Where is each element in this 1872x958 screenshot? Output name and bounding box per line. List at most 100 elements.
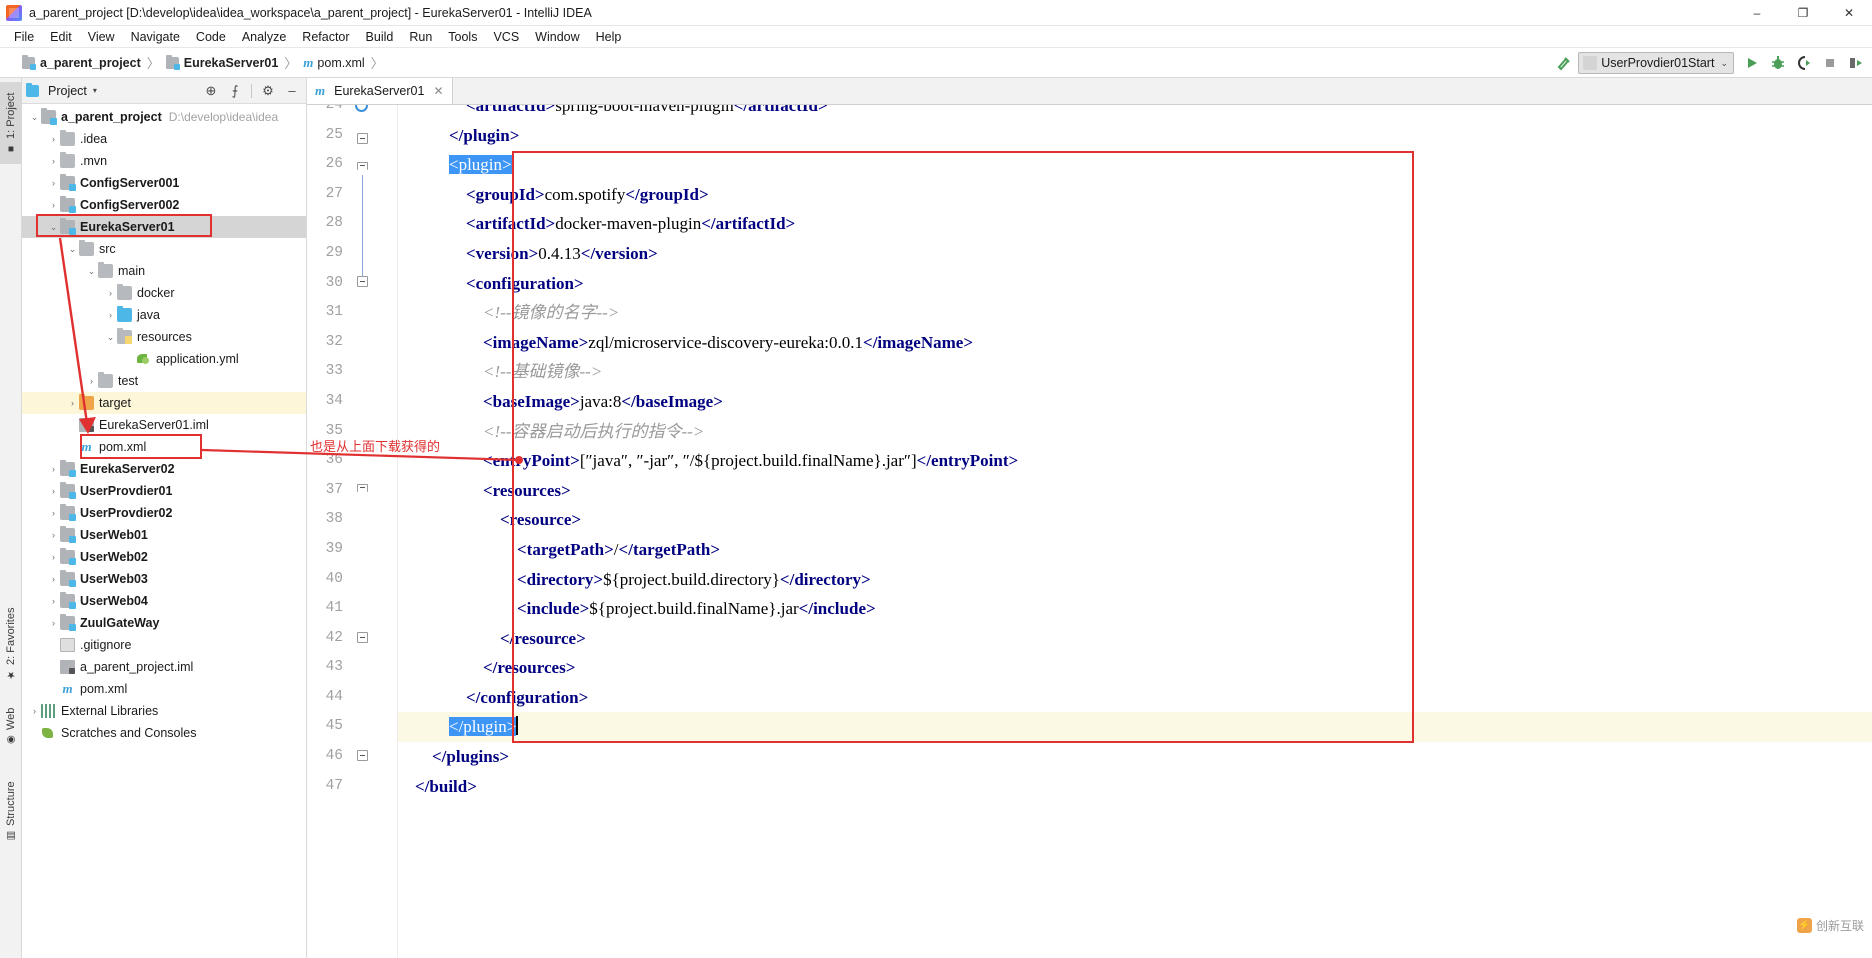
tree-row[interactable]: › target [22,392,306,414]
chevron-right-icon[interactable]: › [66,398,79,408]
code-line[interactable]: <include>${project.build.finalName}.jar<… [398,594,1872,624]
chevron-down-icon[interactable]: ⌄ [66,244,79,255]
fold-marker[interactable] [357,133,368,144]
close-button[interactable]: ✕ [1826,0,1872,26]
breadcrumb-item-1[interactable]: EurekaServer01 [165,54,278,70]
menu-item-analyze[interactable]: Analyze [234,28,294,46]
tree-row[interactable]: › UserWeb02 [22,546,306,568]
tree-row[interactable]: › UserProvdier01 [22,480,306,502]
tree-row[interactable]: m pom.xml [22,436,306,458]
chevron-right-icon[interactable]: › [47,552,60,562]
tree-row[interactable]: application.yml [22,348,306,370]
code-line[interactable]: <!--镜像的名字--> [398,298,1872,328]
maximize-button[interactable]: ❐ [1780,0,1826,26]
tree-row[interactable]: › ZuulGateWay [22,612,306,634]
tree-row[interactable]: › test [22,370,306,392]
tree-row[interactable]: › UserWeb03 [22,568,306,590]
fold-marker[interactable] [357,632,368,643]
menu-item-view[interactable]: View [80,28,123,46]
code-line[interactable]: <resource> [398,505,1872,535]
fold-marker[interactable] [357,276,368,287]
code-line[interactable]: <baseImage>java:8</baseImage> [398,387,1872,417]
chevron-right-icon[interactable]: › [47,508,60,518]
menu-item-vcs[interactable]: VCS [485,28,527,46]
chevron-right-icon[interactable]: › [47,200,60,210]
chevron-down-icon[interactable]: ⌄ [104,332,117,343]
code-line[interactable]: </plugins> [398,742,1872,772]
tree-row[interactable]: › .idea [22,128,306,150]
menu-item-run[interactable]: Run [401,28,440,46]
fold-marker[interactable] [357,162,369,176]
code-line[interactable]: </plugin> [398,712,1872,743]
menu-item-window[interactable]: Window [527,28,587,46]
tree-row[interactable]: › ConfigServer001 [22,172,306,194]
code-line[interactable]: <targetPath>/</targetPath> [398,535,1872,565]
chevron-right-icon[interactable]: › [28,706,41,716]
chevron-right-icon[interactable]: › [104,288,117,298]
chevron-right-icon[interactable]: › [47,530,60,540]
chevron-right-icon[interactable]: › [47,618,60,628]
tree-row[interactable]: › EurekaServer02 [22,458,306,480]
chevron-right-icon[interactable]: › [47,464,60,474]
sidebar-item-project[interactable]: ■ 1: Project [0,82,22,164]
sidebar-item-favorites[interactable]: ★ 2: Favorites [0,598,22,690]
code-line[interactable]: <configuration> [398,269,1872,299]
tree-row[interactable]: › ConfigServer002 [22,194,306,216]
fold-marker[interactable] [357,750,368,761]
run-with-coverage-button[interactable] [1792,51,1816,75]
tree-row[interactable]: Scratches and Consoles [22,722,306,744]
locate-icon[interactable]: ⊕ [201,81,221,101]
chevron-right-icon[interactable]: › [47,596,60,606]
tree-row[interactable]: .gitignore [22,634,306,656]
chevron-down-icon[interactable]: ⌄ [85,266,98,277]
tree-row[interactable]: › java [22,304,306,326]
chevron-right-icon[interactable]: › [85,376,98,386]
code-line[interactable]: <groupId>com.spotify</groupId> [398,180,1872,210]
tree-row[interactable]: › UserProvdier02 [22,502,306,524]
breadcrumb-item-0[interactable]: a_parent_project [22,54,141,70]
menu-item-build[interactable]: Build [358,28,402,46]
tree-row[interactable]: › .mvn [22,150,306,172]
code-line[interactable]: <artifactId>spring-boot-maven-plugin</ar… [398,105,1872,121]
code-line[interactable]: </plugin> [398,121,1872,151]
code-line[interactable]: </configuration> [398,683,1872,713]
code-line[interactable]: <entryPoint>[″java″, ″-jar″, ″/${project… [398,446,1872,476]
menu-item-refactor[interactable]: Refactor [294,28,357,46]
chevron-right-icon[interactable]: › [47,486,60,496]
hide-icon[interactable]: – [282,81,302,101]
chevron-right-icon[interactable]: › [47,134,60,144]
tree-row[interactable]: ⌄ main [22,260,306,282]
tree-row[interactable]: › External Libraries [22,700,306,722]
debug-button[interactable] [1766,51,1790,75]
tree-row[interactable]: m pom.xml [22,678,306,700]
menu-item-help[interactable]: Help [588,28,630,46]
code-line[interactable]: <resources> [398,476,1872,506]
code-line[interactable]: <!--基础镜像--> [398,357,1872,387]
chevron-down-icon[interactable]: ⌄ [28,112,41,123]
code-line[interactable]: </resource> [398,624,1872,654]
close-icon[interactable]: ✕ [433,84,443,98]
build-hammer-icon[interactable] [1552,51,1576,75]
code-content[interactable]: <artifactId>spring-boot-maven-plugin</ar… [398,105,1872,958]
breakpoint-icon[interactable] [355,105,368,112]
breadcrumb-item-2[interactable]: m pom.xml [303,55,364,71]
code-line[interactable]: <imageName>zql/microservice-discovery-eu… [398,328,1872,358]
menu-item-file[interactable]: File [6,28,42,46]
tree-row[interactable]: ⌄ EurekaServer01 [22,216,306,238]
code-line[interactable]: </resources> [398,653,1872,683]
code-line[interactable]: <artifactId>docker-maven-plugin</artifac… [398,209,1872,239]
sidebar-item-structure[interactable]: ▤ Structure [0,768,22,854]
stop-button[interactable] [1818,51,1842,75]
tree-row[interactable]: ⌄ resources [22,326,306,348]
code-line[interactable]: <version>0.4.13</version> [398,239,1872,269]
tree-row[interactable]: EurekaServer01.iml [22,414,306,436]
tree-row[interactable]: › UserWeb01 [22,524,306,546]
run-button[interactable] [1740,51,1764,75]
menu-item-edit[interactable]: Edit [42,28,80,46]
chevron-down-icon[interactable]: ⌄ [47,222,60,233]
editor-tab-eurekaserver01[interactable]: m EurekaServer01 ✕ [307,78,453,104]
minimize-button[interactable]: – [1734,0,1780,26]
settings-gear-icon[interactable]: ⚙ [258,81,278,101]
tree-row[interactable]: ⌄ src [22,238,306,260]
code-line[interactable]: </build> [398,772,1872,802]
